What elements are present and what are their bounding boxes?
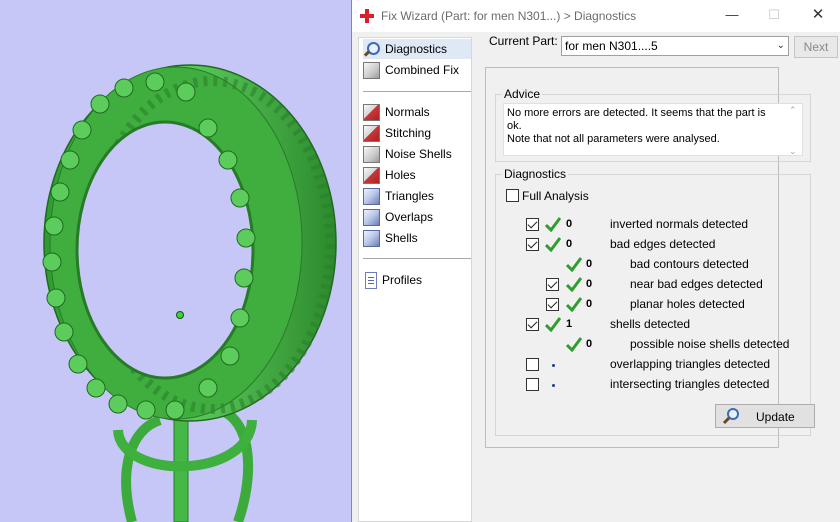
fix-wizard-window: Fix Wizard (Part: for men N301...) > Dia… <box>351 0 840 522</box>
planar-holes-checkbox[interactable] <box>546 298 559 311</box>
advice-title: Advice <box>502 87 543 101</box>
nav-item-label: Stitching <box>385 126 432 140</box>
ok-check-icon <box>545 217 561 232</box>
near-bad-edges-checkbox[interactable] <box>546 278 559 291</box>
diagnostics-title: Diagnostics <box>502 167 569 181</box>
triangles-icon <box>363 187 380 205</box>
nav-item-shells[interactable]: Shells <box>363 228 471 248</box>
nav-item-label: Shells <box>385 231 418 245</box>
next-button[interactable]: Next <box>794 36 838 58</box>
row-count: 0 <box>586 298 593 310</box>
nav-item-stitching[interactable]: Stitching <box>363 123 471 143</box>
nav-item-label: Normals <box>385 105 430 119</box>
current-part-select[interactable]: for men N301....5 ⌄ <box>561 36 789 56</box>
ok-check-icon <box>545 237 561 252</box>
full-analysis-label: Full Analysis <box>522 189 589 203</box>
full-analysis-checkbox[interactable] <box>506 189 519 202</box>
nav-item-overlaps[interactable]: Overlaps <box>363 207 471 227</box>
ok-check-icon <box>566 297 582 312</box>
ok-check-icon <box>566 257 582 272</box>
chevron-down-icon: ⌄ <box>776 40 785 51</box>
pivot-marker <box>176 311 184 319</box>
3d-viewport[interactable] <box>0 0 352 522</box>
magnifier-icon <box>363 41 380 58</box>
row-count: 0 <box>586 258 593 270</box>
advice-textbox[interactable]: No more errors are detected. It seems th… <box>503 103 803 156</box>
nav-item-label: Noise Shells <box>385 147 452 161</box>
row-count: 0 <box>566 218 573 230</box>
overlaps-icon <box>363 208 380 226</box>
ok-check-icon <box>545 317 561 332</box>
row-label: possible noise shells detected <box>630 337 790 351</box>
current-part-label: Current Part: <box>489 34 558 48</box>
row-label: bad contours detected <box>630 257 749 271</box>
nav-item-label: Triangles <box>385 189 434 203</box>
nav-item-combined-fix[interactable]: Combined Fix <box>363 60 471 80</box>
window-title: Fix Wizard (Part: for men N301...) > Dia… <box>381 9 637 23</box>
magnifier-icon <box>722 408 739 425</box>
app-cross-icon <box>360 9 374 23</box>
maximize-button[interactable]: ☐ <box>754 0 794 32</box>
nav-item-holes[interactable]: Holes <box>363 165 471 185</box>
noise-shells-icon <box>363 145 380 163</box>
row-label: planar holes detected <box>630 297 745 311</box>
advice-line-2: Note that not all parameters were analys… <box>507 133 720 145</box>
nav-item-label: Diagnostics <box>385 42 448 56</box>
title-bar: Fix Wizard (Part: for men N301...) > Dia… <box>352 0 840 32</box>
row-count: 1 <box>566 318 573 330</box>
row-count: 0 <box>586 278 593 290</box>
normals-icon <box>363 103 380 121</box>
nav-item-diagnostics[interactable]: Diagnostics <box>363 39 471 59</box>
scroll-down-icon[interactable]: ⌄ <box>789 146 797 157</box>
current-part-value: for men N301....5 <box>565 39 658 53</box>
profiles-icon <box>365 271 377 289</box>
nav-item-triangles[interactable]: Triangles <box>363 186 471 206</box>
nav-item-noise-shells[interactable]: Noise Shells <box>363 144 471 164</box>
advice-text: No more errors are detected. It seems th… <box>507 107 782 146</box>
advice-scrollbar[interactable]: ⌃ ⌄ <box>786 104 802 158</box>
overlapping-triangles-checkbox[interactable] <box>526 358 539 371</box>
wizard-nav: Diagnostics Combined Fix Normals Stitchi… <box>358 37 472 522</box>
nav-divider <box>363 91 471 92</box>
update-label: Update <box>756 410 795 424</box>
scroll-up-icon[interactable]: ⌃ <box>789 105 797 116</box>
stitching-icon <box>363 124 380 142</box>
ok-check-icon <box>566 277 582 292</box>
row-label: shells detected <box>610 317 691 331</box>
nav-divider <box>363 258 471 259</box>
update-button[interactable]: Update <box>715 404 815 428</box>
intersecting-triangles-checkbox[interactable] <box>526 378 539 391</box>
diagnostics-panel: Advice No more errors are detected. It s… <box>485 67 811 448</box>
advice-line-1: No more errors are detected. It seems th… <box>507 107 766 132</box>
nav-item-label: Combined Fix <box>385 63 460 77</box>
holes-icon <box>363 166 380 184</box>
close-button[interactable]: ✕ <box>798 0 838 32</box>
minimize-button[interactable]: — <box>712 0 752 32</box>
bad-edges-checkbox[interactable] <box>526 238 539 251</box>
row-label: overlapping triangles detected <box>610 357 771 371</box>
ring-model <box>42 64 337 522</box>
nav-item-label: Overlaps <box>385 210 434 224</box>
shells-icon <box>363 229 380 247</box>
row-label: bad edges detected <box>610 237 716 251</box>
pending-dot-icon <box>552 364 555 367</box>
nav-item-normals[interactable]: Normals <box>363 102 471 122</box>
shells-checkbox[interactable] <box>526 318 539 331</box>
cube-icon <box>363 61 380 79</box>
pending-dot-icon <box>552 384 555 387</box>
row-count: 0 <box>586 338 593 350</box>
ok-check-icon <box>566 337 582 352</box>
row-count: 0 <box>566 238 573 250</box>
inverted-normals-checkbox[interactable] <box>526 218 539 231</box>
row-label: inverted normals detected <box>610 217 749 231</box>
nav-item-label: Profiles <box>382 273 423 287</box>
row-label: intersecting triangles detected <box>610 377 770 391</box>
nav-item-profiles[interactable]: Profiles <box>363 270 471 290</box>
nav-item-label: Holes <box>385 168 416 182</box>
row-label: near bad edges detected <box>630 277 763 291</box>
